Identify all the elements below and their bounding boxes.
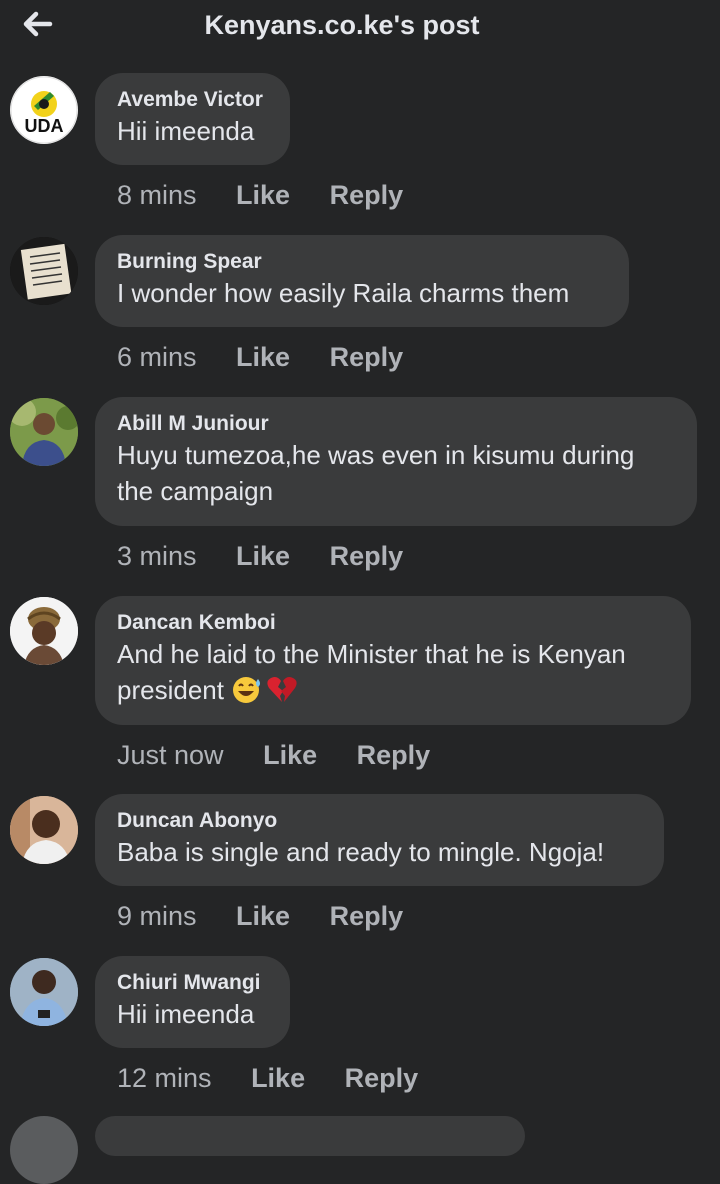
comment-author[interactable]: Duncan Abonyo	[117, 808, 642, 834]
comment-text: Hii imeenda	[117, 999, 255, 1029]
reply-button[interactable]: Reply	[357, 740, 431, 771]
comment-bubble: Abill M Juniour Huyu tumezoa,he was even…	[95, 397, 697, 526]
grinning-sweat-emoji-icon	[233, 677, 261, 703]
comment-time: 9 mins	[117, 901, 197, 931]
reply-button[interactable]: Reply	[330, 901, 404, 932]
like-button[interactable]: Like	[236, 342, 290, 373]
comment-time: 12 mins	[117, 1063, 212, 1093]
top-bar: Kenyans.co.ke's post	[0, 0, 720, 56]
like-button[interactable]: Like	[263, 740, 317, 771]
comment-text: And he laid to the Minister that he is K…	[117, 636, 669, 708]
comment-actions: 6 mins Like Reply	[117, 342, 403, 373]
comment-text: Hii imeenda	[117, 116, 255, 146]
avatar[interactable]	[10, 958, 78, 1026]
avatar[interactable]	[10, 796, 78, 864]
comment-actions: 8 mins Like Reply	[117, 180, 403, 211]
avatar-partial[interactable]	[10, 1116, 78, 1184]
reply-button[interactable]: Reply	[330, 541, 404, 572]
avatar[interactable]	[10, 597, 78, 665]
person-photo-icon	[10, 597, 78, 665]
avatar[interactable]	[10, 237, 78, 305]
comment-author[interactable]: Abill M Juniour	[117, 411, 675, 437]
person-photo-icon	[10, 958, 78, 1026]
comment-actions: Just now Like Reply	[117, 740, 430, 771]
comment-author[interactable]: Dancan Kemboi	[117, 610, 669, 636]
comment-bubble-partial	[95, 1116, 525, 1156]
comment-time: Just now	[117, 740, 224, 770]
like-button[interactable]: Like	[251, 1063, 305, 1094]
comment-actions: 3 mins Like Reply	[117, 541, 403, 572]
comment-text: Baba is single and ready to mingle. Ngoj…	[117, 837, 605, 867]
comment-time: 8 mins	[117, 180, 197, 210]
comment-author[interactable]: Avembe Victor	[117, 87, 268, 113]
reply-button[interactable]: Reply	[345, 1063, 419, 1094]
comment-bubble: Chiuri Mwangi Hii imeenda	[95, 956, 290, 1048]
comment-actions: 9 mins Like Reply	[117, 901, 403, 932]
reply-button[interactable]: Reply	[330, 342, 404, 373]
scripture-card-icon	[10, 237, 78, 305]
comment-text: I wonder how easily Raila charms them	[117, 278, 570, 308]
person-photo-icon	[10, 398, 78, 466]
avatar[interactable]	[10, 398, 78, 466]
page-title: Kenyans.co.ke's post	[204, 10, 480, 40]
comment-actions: 12 mins Like Reply	[117, 1063, 418, 1094]
comment-bubble: Duncan Abonyo Baba is single and ready t…	[95, 794, 664, 886]
comment-bubble: Burning Spear I wonder how easily Raila …	[95, 235, 629, 327]
broken-heart-emoji-icon	[267, 677, 297, 702]
like-button[interactable]: Like	[236, 541, 290, 572]
avatar[interactable]: UDA	[10, 76, 78, 144]
comment-author[interactable]: Chiuri Mwangi	[117, 970, 268, 996]
like-button[interactable]: Like	[236, 180, 290, 211]
comment-text: Huyu tumezoa,he was even in kisumu durin…	[117, 440, 635, 506]
comment-author[interactable]: Burning Spear	[117, 249, 607, 275]
uda-logo-icon: UDA	[10, 76, 78, 144]
like-button[interactable]: Like	[236, 901, 290, 932]
comment-time: 6 mins	[117, 342, 197, 372]
reply-button[interactable]: Reply	[330, 180, 404, 211]
uda-logo-text: UDA	[25, 116, 64, 136]
comment-bubble: Dancan Kemboi And he laid to the Ministe…	[95, 596, 691, 725]
comment-text-content: And he laid to the Minister that he is K…	[117, 639, 626, 705]
comment-time: 3 mins	[117, 541, 197, 571]
person-photo-icon	[10, 796, 78, 864]
comment-bubble: Avembe Victor Hii imeenda	[95, 73, 290, 165]
